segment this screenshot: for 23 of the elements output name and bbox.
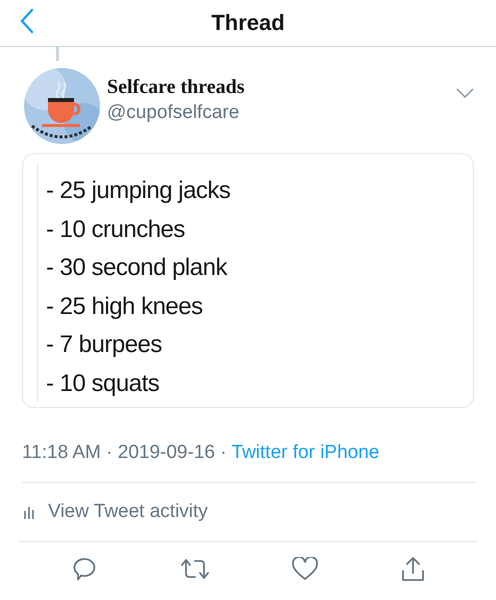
author-handle[interactable]: @cupofselfcare [107, 100, 456, 124]
separator-dot: · [106, 442, 112, 463]
note-line: - 10 squats [46, 368, 160, 398]
note-line: - 25 jumping jacks [46, 176, 232, 206]
reply-icon[interactable] [71, 556, 98, 582]
note-line: - 7 burpees [46, 330, 163, 360]
share-icon[interactable] [400, 556, 425, 582]
note-line: - 30 second plank [46, 253, 228, 283]
chevron-down-icon[interactable] [456, 88, 474, 98]
note-image[interactable]: - 25 jumping jacks - 10 crunches - 30 second plank - 25 high knees - 7 burpees - 10 squats [22, 153, 474, 408]
back-icon[interactable] [20, 8, 34, 34]
bar-chart-icon[interactable] [24, 505, 36, 519]
author-name[interactable]: Selfcare threads [107, 74, 456, 98]
source-link[interactable]: Twitter for iPhone [232, 442, 380, 463]
tweet-date: 2019-09-16 [118, 442, 215, 463]
note-line: - 10 crunches [46, 214, 186, 244]
heart-icon[interactable] [292, 557, 318, 581]
view-activity-link[interactable]: View Tweet activity [48, 501, 208, 523]
page-title: Thread [211, 10, 285, 36]
note-line: - 25 high knees [46, 292, 204, 322]
retweet-icon[interactable] [180, 557, 210, 581]
separator-dot: · [220, 442, 227, 463]
tweet-time: 11:18 AM [22, 442, 101, 463]
